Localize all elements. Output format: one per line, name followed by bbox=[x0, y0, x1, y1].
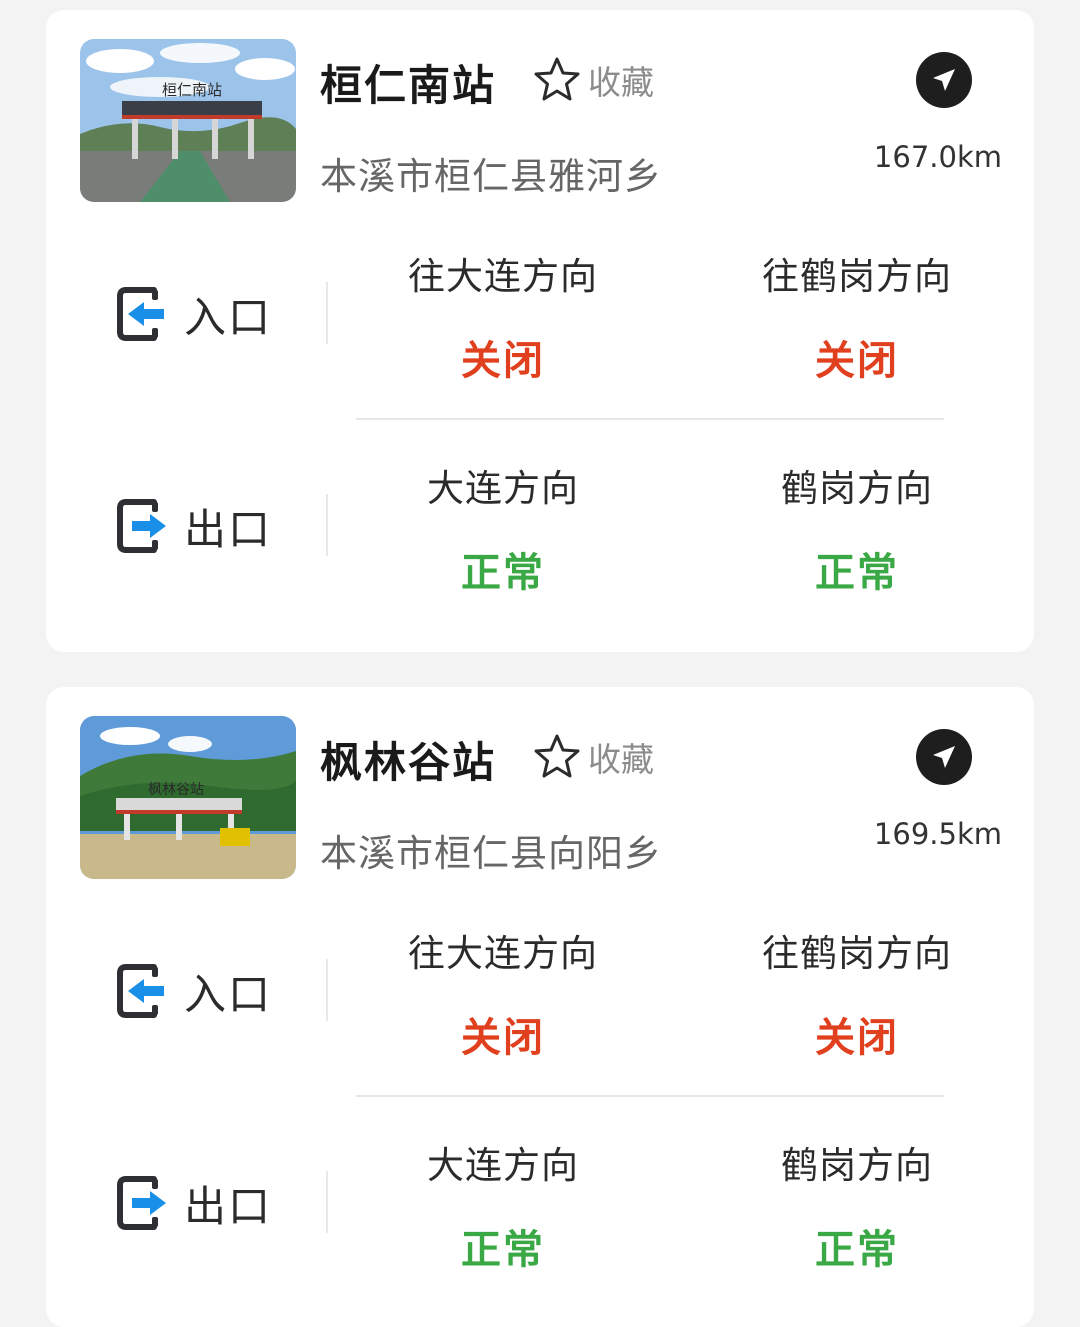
station-address: 本溪市桓仁县向阳乡 bbox=[320, 832, 662, 875]
status-badge: 关闭 bbox=[461, 338, 545, 384]
star-outline-icon bbox=[534, 734, 580, 778]
direction-label: 往大连方向 bbox=[408, 932, 598, 975]
entrance-label: 入口 bbox=[184, 969, 273, 1019]
exit-arrow-icon bbox=[117, 499, 166, 553]
distance-label: 169.5km bbox=[873, 817, 1002, 851]
column-divider bbox=[326, 494, 328, 556]
status-badge: 正常 bbox=[815, 550, 899, 596]
column-divider bbox=[326, 282, 328, 344]
favorite-button[interactable]: 收藏 bbox=[532, 54, 654, 106]
column-divider bbox=[326, 1171, 328, 1233]
navigation-arrow-icon bbox=[933, 746, 955, 768]
direction-label: 鹤岗方向 bbox=[781, 467, 933, 510]
status-badge: 正常 bbox=[461, 1227, 545, 1273]
favorite-button[interactable]: 收藏 bbox=[532, 731, 654, 783]
entrance-section: 入口 bbox=[116, 959, 272, 1023]
station-address: 本溪市桓仁县雅河乡 bbox=[320, 155, 662, 198]
exit-arrow-icon bbox=[117, 1176, 166, 1230]
navigation-arrow-icon bbox=[933, 69, 955, 91]
exit-section: 出口 bbox=[116, 1171, 272, 1235]
station-card[interactable]: 桓仁南站 桓仁南站 收藏 本溪市桓仁县雅河乡 167.0km 入口 往大连方向 … bbox=[46, 10, 1034, 652]
station-photo: 桓仁南站 bbox=[80, 39, 296, 202]
entrance-arrow-icon bbox=[117, 287, 164, 341]
status-badge: 关闭 bbox=[815, 1015, 899, 1061]
column-divider bbox=[326, 959, 328, 1021]
star-outline-icon bbox=[534, 57, 580, 101]
station-card[interactable]: 枫林谷站 枫林谷站 收藏 本溪市桓仁县向阳乡 169.5km 入口 往大连方向 … bbox=[46, 687, 1034, 1327]
direction-label: 往鹤岗方向 bbox=[762, 932, 952, 975]
station-photo: 枫林谷站 bbox=[80, 716, 296, 879]
station-name: 桓仁南站 bbox=[320, 61, 497, 110]
exit-label: 出口 bbox=[184, 504, 273, 554]
direction-label: 大连方向 bbox=[427, 467, 579, 510]
status-badge: 正常 bbox=[461, 550, 545, 596]
status-badge: 关闭 bbox=[815, 338, 899, 384]
row-divider bbox=[356, 418, 944, 420]
entrance-label: 入口 bbox=[184, 292, 273, 342]
entrance-arrow-icon bbox=[117, 964, 164, 1018]
favorite-label: 收藏 bbox=[588, 63, 654, 102]
distance-label: 167.0km bbox=[873, 140, 1002, 174]
direction-label: 往大连方向 bbox=[408, 255, 598, 298]
exit-section: 出口 bbox=[116, 494, 272, 558]
photo-sign-text: 桓仁南站 bbox=[162, 81, 222, 99]
photo-sign-text: 枫林谷站 bbox=[148, 782, 204, 798]
entrance-section: 入口 bbox=[116, 282, 272, 346]
exit-label: 出口 bbox=[184, 1181, 273, 1231]
station-name: 枫林谷站 bbox=[320, 738, 497, 787]
navigate-button[interactable] bbox=[916, 729, 972, 785]
direction-label: 往鹤岗方向 bbox=[762, 255, 952, 298]
direction-label: 鹤岗方向 bbox=[781, 1144, 933, 1187]
favorite-label: 收藏 bbox=[588, 740, 654, 779]
row-divider bbox=[356, 1095, 944, 1097]
navigate-button[interactable] bbox=[916, 52, 972, 108]
direction-label: 大连方向 bbox=[427, 1144, 579, 1187]
status-badge: 关闭 bbox=[461, 1015, 545, 1061]
status-badge: 正常 bbox=[815, 1227, 899, 1273]
